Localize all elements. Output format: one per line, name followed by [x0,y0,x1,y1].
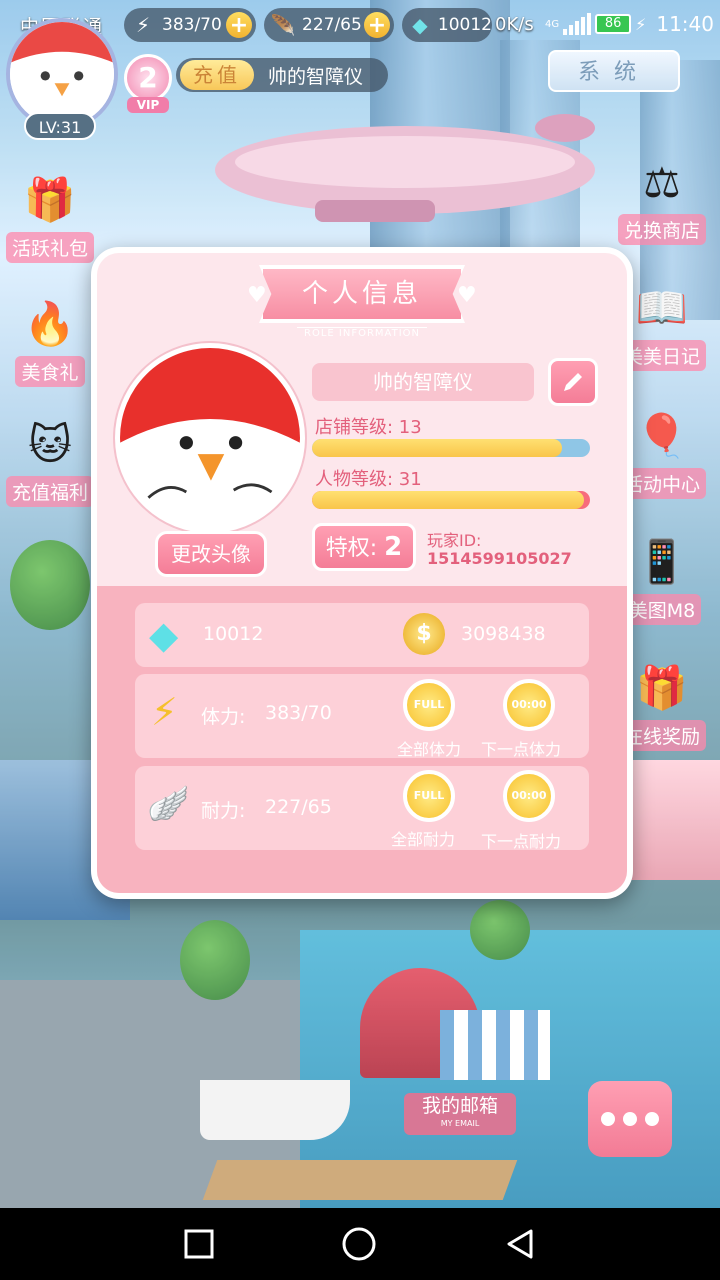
next-stamina-caption: 下一点体力 [481,740,562,759]
dot-icon [623,1112,637,1126]
heart-icon: ♥ [457,283,477,308]
shop-level-fill [312,439,563,457]
full-stamina-icon[interactable]: FULL [403,679,455,731]
next-endurance-caption: 下一点耐力 [481,832,562,851]
endurance-timer-icon[interactable]: 00:00 [503,770,555,822]
chicken-avatar-icon [120,348,300,528]
heart-icon: ♥ [247,283,267,308]
mailbox-button[interactable]: 我的邮箱 MY EMAIL [404,1093,516,1135]
dot-icon [601,1112,615,1126]
recent-apps-icon[interactable] [183,1228,215,1260]
endurance-value: 227/65 [265,796,332,818]
wing-icon: 🪽 [147,784,190,824]
character-level-bar [312,491,590,509]
privilege-label: 特权: [325,536,378,561]
stamina-row: ⚡ 体力: 383/70 FULL 00:00 全部体力 下一点体力 [135,674,589,759]
character-level-label: 人物等级: 31 [315,469,422,490]
dialog-subtitle: ROLE INFORMATION [297,327,427,339]
game-screen: 中国联通 ⚡ 383/70 + 🪶 227/65 + ◆ 10012 0K/s … [0,0,720,1280]
pencil-icon [564,373,582,391]
dialog-body: ♥ ♥ 个人信息 ROLE INFORMATION 更改头像 帅的智障仪 店铺等… [97,253,627,893]
resource-panel: ◆ 10012 $ 3098438 ⚡ 体力: 383/70 FULL 00:0… [97,586,627,893]
privilege-value: 2 [384,532,403,562]
stamina-timer-icon[interactable]: 00:00 [503,679,555,731]
currency-row: ◆ 10012 $ 3098438 [135,603,589,667]
endurance-label: 耐力: [201,800,246,822]
endurance-row: 🪽 耐力: 227/65 FULL 00:00 全部耐力 下一点耐力 [135,766,589,851]
all-stamina-caption: 全部体力 [397,740,462,759]
stamina-label: 体力: [201,706,246,728]
full-endurance-icon[interactable]: FULL [403,770,455,822]
diamond-amount: 10012 [203,623,264,645]
more-button[interactable] [588,1081,672,1157]
mailbox-label: 我的邮箱 [421,1095,498,1117]
character-level-fill [312,491,585,509]
stamina-value: 383/70 [265,702,332,724]
gold-amount: 3098438 [461,623,546,645]
gold-coin-icon: $ [403,613,445,655]
back-icon[interactable] [503,1227,537,1261]
personal-info-dialog: ♥ ♥ 个人信息 ROLE INFORMATION 更改头像 帅的智障仪 店铺等… [91,247,633,899]
dot-icon [645,1112,659,1126]
diamond-icon: ◆ [149,613,179,657]
mailbox-sublabel: MY EMAIL [440,1119,480,1128]
home-icon[interactable] [341,1226,377,1262]
edit-name-button[interactable] [548,358,598,406]
profile-name: 帅的智障仪 [312,363,534,401]
dialog-title: 个人信息 [259,265,465,323]
player-id-label: 玩家ID: [427,531,482,550]
navigation-bar [0,1208,720,1280]
shop-level-label: 店铺等级: 13 [315,417,422,438]
change-avatar-button[interactable]: 更改头像 [155,531,267,577]
all-endurance-caption: 全部耐力 [391,830,456,849]
shop-level-bar [312,439,590,457]
privilege-button[interactable]: 特权: 2 [312,523,416,571]
lightning-icon: ⚡ [151,690,178,734]
player-id: 1514599105027 [427,549,572,568]
profile-avatar[interactable] [115,343,305,533]
